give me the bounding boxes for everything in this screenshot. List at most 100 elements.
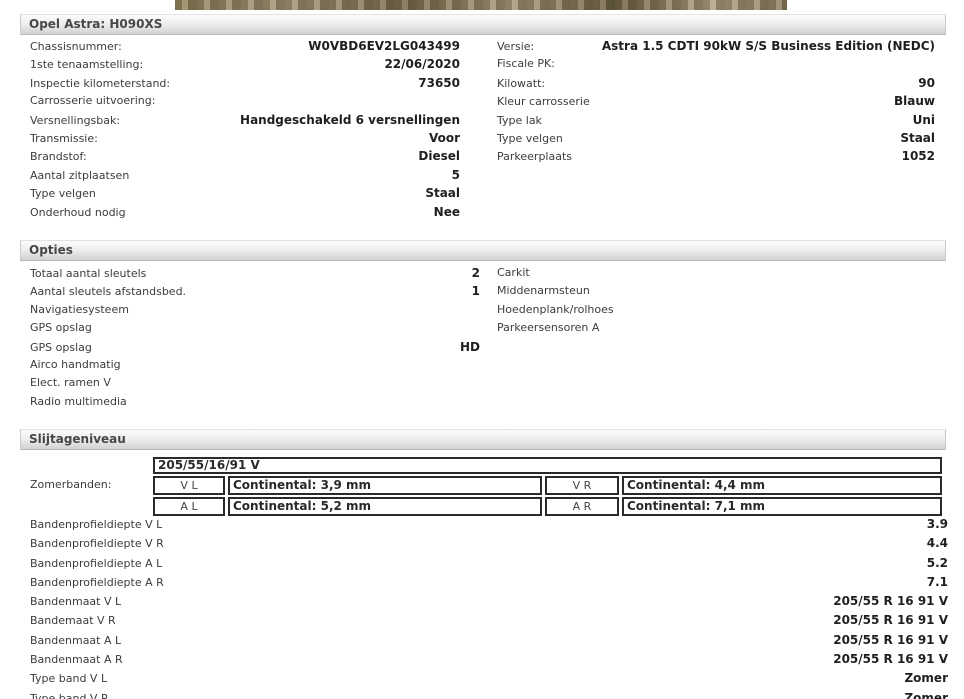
section-header-opties: Opties (20, 240, 946, 261)
detail-row-profieldiepte-ar: Bandenprofieldiepte A R 7.1 (30, 573, 948, 592)
detail-value: 4.4 (927, 534, 948, 553)
tire-wear-table: 205/55/16/91 V V L Continental: 3,9 mm V… (153, 457, 942, 516)
detail-label: Bandenprofieldiepte V R (30, 534, 164, 553)
detail-label: Bandenprofieldiepte A L (30, 554, 162, 573)
option-label: Carkit (497, 264, 530, 282)
field-row-parkeerplaats: Parkeerplaats1052 (497, 147, 935, 165)
option-value: 2 (472, 264, 480, 282)
option-row-gps-opslag-2: GPS opslagHD (30, 338, 480, 356)
option-row-gps-opslag-1: GPS opslag (30, 319, 480, 337)
option-row-middenarmsteun: Middenarmsteun (497, 282, 935, 300)
option-row-elect-ramen: Elect. ramen V (30, 374, 480, 392)
field-value: Voor (429, 129, 460, 147)
option-label: Hoedenplank/rolhoes (497, 301, 614, 319)
tire-position-cell-ar: A R (545, 497, 619, 516)
detail-label: Bandenprofieldiepte A R (30, 573, 164, 592)
field-row-onderhoud-nodig: Onderhoud nodig Nee (30, 203, 460, 221)
detail-label: Bandenprofieldiepte V L (30, 515, 162, 534)
option-label: Radio multimedia (30, 393, 127, 411)
field-row-kilometerstand: Inspectie kilometerstand:73650 (30, 74, 460, 92)
option-row-parkeersensoren: Parkeersensoren A (497, 319, 935, 337)
field-label: Versnellingsbak: (30, 112, 120, 130)
option-row-totaal-sleutels: Totaal aantal sleutels 2 (30, 264, 480, 282)
field-label: Transmissie: (30, 130, 98, 148)
field-value: Staal (425, 184, 460, 202)
section-header-slijtageniveau: Slijtageniveau (20, 429, 946, 450)
field-value: W0VBD6EV2LG043499 (308, 37, 460, 55)
detail-row-profieldiepte-vr: Bandenprofieldiepte V R 4.4 (30, 534, 948, 553)
field-row-zitplaatsen: Aantal zitplaatsen5 (30, 166, 460, 184)
vehicle-fields-right-column: Versie: Astra 1.5 CDTI 90kW S/S Business … (497, 37, 935, 166)
detail-row-bandenmaat-vr: Bandemaat V R205/55 R 16 91 V (30, 611, 948, 630)
option-row-radio-multimedia: Radio multimedia (30, 393, 480, 411)
field-row-carrosserie-uitvoering: Carrosserie uitvoering: (30, 92, 460, 110)
option-label: Navigatiesysteem (30, 301, 129, 319)
detail-value: 3.9 (927, 515, 948, 534)
detail-row-bandenmaat-vl: Bandenmaat V L 205/55 R 16 91 V (30, 592, 948, 611)
field-row-transmissie: Transmissie: Voor (30, 129, 460, 147)
field-value: 73650 (418, 74, 460, 92)
field-label: Chassisnummer: (30, 38, 122, 56)
option-label: Parkeersensoren A (497, 319, 599, 337)
option-row-hoedenplank: Hoedenplank/rolhoes (497, 301, 935, 319)
field-value: 90 (918, 74, 935, 92)
detail-label: Type band V L (30, 669, 107, 688)
field-row-type-velgen-2: Type velgenStaal (497, 129, 935, 147)
detail-value: 205/55 R 16 91 V (833, 592, 948, 611)
option-row-sleutels-afstandsbed: Aantal sleutels afstandsbed. 1 (30, 282, 480, 300)
vehicle-report-page: Opel Astra: H090XS Chassisnummer: W0VBD6E… (0, 0, 964, 699)
option-label: Elect. ramen V (30, 374, 111, 392)
detail-row-type-band-vr: Type band V RZomer (30, 689, 948, 699)
field-row-tenaamstelling: 1ste tenaamstelling:22/06/2020 (30, 55, 460, 73)
tire-position-cell-al: A L (153, 497, 225, 516)
detail-value: Zomer (904, 689, 948, 699)
field-row-kleur-carrosserie: Kleur carrosserieBlauw (497, 92, 935, 110)
field-row-kilowatt: Kilowatt:90 (497, 74, 935, 92)
detail-label: Bandenmaat V L (30, 592, 121, 611)
option-row-navigatiesysteem: Navigatiesysteem (30, 301, 480, 319)
option-value: HD (460, 338, 480, 356)
detail-value: Zomer (904, 669, 948, 688)
field-value: Uni (913, 111, 935, 129)
tire-depth-cell-vr: Continental: 4,4 mm (622, 476, 942, 495)
option-label: Totaal aantal sleutels (30, 265, 146, 283)
option-label: Middenarmsteun (497, 282, 590, 300)
zomerbanden-label: Zomerbanden: (30, 478, 111, 491)
field-value: Blauw (894, 92, 935, 110)
vehicle-fields-left-column: Chassisnummer: W0VBD6EV2LG043499 1ste ten… (30, 37, 460, 221)
field-label: Aantal zitplaatsen (30, 167, 129, 185)
option-row-carkit: Carkit (497, 264, 935, 282)
field-label: Versie: (497, 38, 534, 56)
option-value: 1 (472, 282, 480, 300)
opties-left-column: Totaal aantal sleutels 2 Aantal sleutels … (30, 264, 480, 411)
detail-label: Bandenmaat A L (30, 631, 121, 650)
tire-size-header-cell: 205/55/16/91 V (153, 457, 942, 474)
field-label: Type velgen (497, 130, 563, 148)
field-row-brandstof: Brandstof:Diesel (30, 147, 460, 165)
field-row-chassisnummer: Chassisnummer: W0VBD6EV2LG043499 (30, 37, 460, 55)
detail-label: Bandenmaat A R (30, 650, 123, 669)
field-label: Fiscale PK: (497, 55, 555, 73)
field-row-type-lak: Type lakUni (497, 111, 935, 129)
field-value: Nee (434, 203, 460, 221)
opties-right-column: Carkit Middenarmsteun Hoedenplank/rolhoe… (497, 264, 935, 338)
field-label: Onderhoud nodig (30, 204, 126, 222)
field-label: Type velgen (30, 185, 96, 203)
field-label: 1ste tenaamstelling: (30, 56, 143, 74)
field-row-fiscale-pk: Fiscale PK: (497, 55, 935, 73)
option-label: Airco handmatig (30, 356, 121, 374)
field-row-type-velgen: Type velgen Staal (30, 184, 460, 202)
detail-value: 5.2 (927, 554, 948, 573)
detail-value: 7.1 (927, 573, 948, 592)
vehicle-photo-strip (175, 0, 787, 10)
option-row-airco-handmatig: Airco handmatig (30, 356, 480, 374)
field-label: Brandstof: (30, 148, 87, 166)
tire-depth-cell-al: Continental: 5,2 mm (228, 497, 542, 516)
option-label: Aantal sleutels afstandsbed. (30, 283, 186, 301)
slijtage-details-list: Bandenprofieldiepte V L 3.9 Bandenprofiel… (30, 515, 948, 699)
field-row-versnellingsbak: Versnellingsbak:Handgeschakeld 6 versnel… (30, 111, 460, 129)
section-header-vehicle: Opel Astra: H090XS (20, 14, 946, 35)
field-value: Astra 1.5 CDTI 90kW S/S Business Edition… (602, 37, 935, 55)
detail-row-profieldiepte-vl: Bandenprofieldiepte V L 3.9 (30, 515, 948, 534)
detail-label: Bandemaat V R (30, 611, 116, 630)
